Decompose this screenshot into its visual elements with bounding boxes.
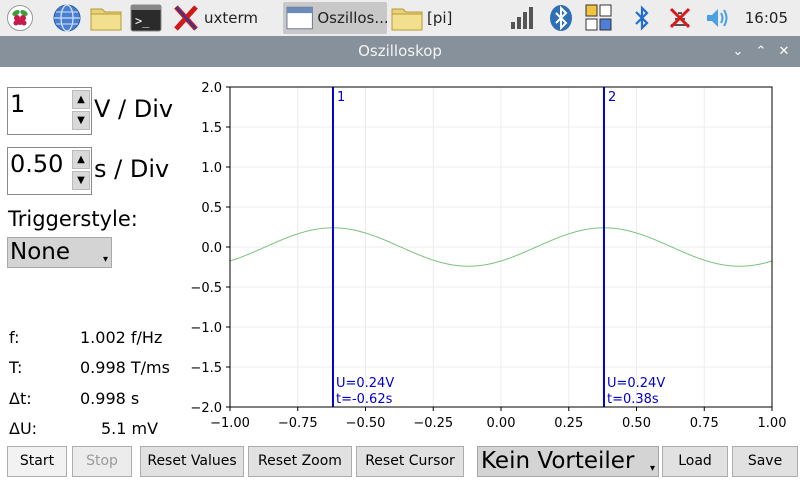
time-per-div-unit: s / Div — [94, 155, 170, 183]
bluetooth-status-icon[interactable] — [630, 3, 654, 33]
window-icon — [286, 6, 313, 30]
period-label: T: — [9, 358, 23, 377]
cpu-monitor-icon[interactable] — [507, 3, 537, 33]
task-oszilloskop[interactable]: Oszillos... — [283, 2, 387, 34]
prescaler-select[interactable]: Kein Vorteiler ▾ — [477, 446, 659, 477]
prescaler-value: Kein Vorteiler — [481, 448, 635, 474]
volt-per-div-unit: V / Div — [94, 95, 174, 123]
keyboard-layout-icon[interactable] — [584, 3, 614, 33]
reset-zoom-button[interactable]: Reset Zoom — [248, 446, 352, 477]
maximize-icon[interactable]: ⌃ — [750, 36, 772, 67]
x-tick-label: 0.50 — [622, 416, 651, 431]
spin-up-icon[interactable]: ▲ — [72, 150, 90, 169]
terminal-icon[interactable]: >_ — [129, 3, 163, 33]
time-per-div-value: 0.50 — [10, 150, 64, 178]
cursor-voltage-label: U=0.24V — [607, 376, 665, 391]
clock: 16:05 — [744, 9, 788, 27]
trigger-style-value: None — [10, 239, 71, 265]
task-label: [pi] — [427, 9, 453, 27]
x-tick-label: 0.75 — [690, 416, 719, 431]
save-button[interactable]: Save — [732, 446, 798, 477]
cursor-id-label: 1 — [337, 90, 345, 105]
trigger-style-label: Triggerstyle: — [8, 207, 138, 231]
cursor-time-label: t=-0.62s — [336, 392, 393, 407]
task-uxterm[interactable]: uxterm — [172, 2, 280, 34]
delta-t-label: Δt: — [9, 389, 32, 408]
start-button[interactable]: Start — [7, 446, 67, 477]
spin-down-icon[interactable]: ▼ — [72, 171, 90, 190]
delta-t-value: 0.998 s — [80, 389, 140, 408]
x-tick-label: −1.00 — [210, 416, 250, 431]
frequency-value: 1.002 f/Hz — [80, 328, 163, 347]
x-tick-label: −0.75 — [278, 416, 318, 431]
bluetooth-icon[interactable] — [546, 3, 576, 33]
reset-values-button[interactable]: Reset Values — [140, 446, 244, 477]
taskbar: >_ uxterm Oszillos... [pi] 16:05 — [0, 0, 800, 36]
network-disconnected-icon[interactable] — [665, 3, 695, 33]
cursor-time-label: t=0.38s — [607, 392, 659, 407]
trigger-style-select[interactable]: None ▾ — [7, 237, 112, 268]
x-tick-label: 0.00 — [487, 416, 516, 431]
web-browser-icon[interactable] — [52, 3, 82, 33]
x-tick-label: −0.25 — [413, 416, 453, 431]
oscilloscope-plot[interactable]: −1.00 −0.75 −0.50 −0.25 0.00 0.25 0.50 0.75 1.00… — [180, 76, 800, 438]
x-tick-label: 0.25 — [554, 416, 583, 431]
y-tick-label: 0.5 — [201, 201, 222, 216]
chevron-down-icon: ▾ — [649, 463, 655, 474]
file-manager-icon[interactable] — [89, 3, 123, 33]
y-tick-label: −1.5 — [190, 361, 222, 376]
window-title: Oszilloskop — [358, 42, 442, 60]
spin-up-icon[interactable]: ▲ — [72, 90, 90, 109]
y-tick-label: −0.5 — [190, 281, 222, 296]
task-label: uxterm — [204, 9, 259, 27]
delta-u-label: ΔU: — [9, 419, 38, 438]
y-tick-label: −2.0 — [190, 401, 222, 416]
y-tick-label: 2.0 — [201, 81, 222, 96]
chevron-down-icon: ▾ — [102, 254, 108, 265]
task-label: Oszillos... — [317, 9, 387, 27]
task-pi-folder[interactable]: [pi] — [391, 2, 491, 34]
x-tick-label: −0.50 — [346, 416, 386, 431]
volt-per-div-spinbox[interactable]: 1 ▲ ▼ — [7, 87, 92, 135]
svg-text:>_: >_ — [135, 14, 150, 28]
cursor-id-label: 2 — [608, 90, 616, 105]
cursor-voltage-label: U=0.24V — [336, 376, 394, 391]
volume-icon[interactable] — [703, 3, 733, 33]
minimize-icon[interactable]: ⌄ — [727, 36, 749, 67]
period-value: 0.998 T/ms — [80, 358, 170, 377]
time-per-div-spinbox[interactable]: 0.50 ▲ ▼ — [7, 147, 92, 195]
x-tick-label: 1.00 — [758, 416, 787, 431]
y-tick-label: −1.0 — [190, 321, 222, 336]
reset-cursor-button[interactable]: Reset Cursor — [356, 446, 464, 477]
volt-per-div-value: 1 — [10, 90, 26, 118]
y-tick-label: 1.5 — [201, 121, 222, 136]
raspberry-menu-icon[interactable] — [6, 3, 34, 33]
y-tick-label: 1.0 — [201, 161, 222, 176]
frequency-label: f: — [9, 328, 20, 347]
close-icon[interactable]: ✕ — [773, 36, 795, 67]
delta-u-value: 5.1 mV — [101, 419, 159, 438]
stop-button[interactable]: Stop — [72, 446, 132, 477]
uxterm-icon — [174, 5, 198, 31]
window-titlebar[interactable]: Oszilloskop ⌄ ⌃ ✕ — [0, 36, 800, 67]
load-button[interactable]: Load — [662, 446, 728, 477]
y-tick-label: 0.0 — [201, 241, 222, 256]
folder-icon — [391, 8, 423, 31]
spin-down-icon[interactable]: ▼ — [72, 111, 90, 130]
